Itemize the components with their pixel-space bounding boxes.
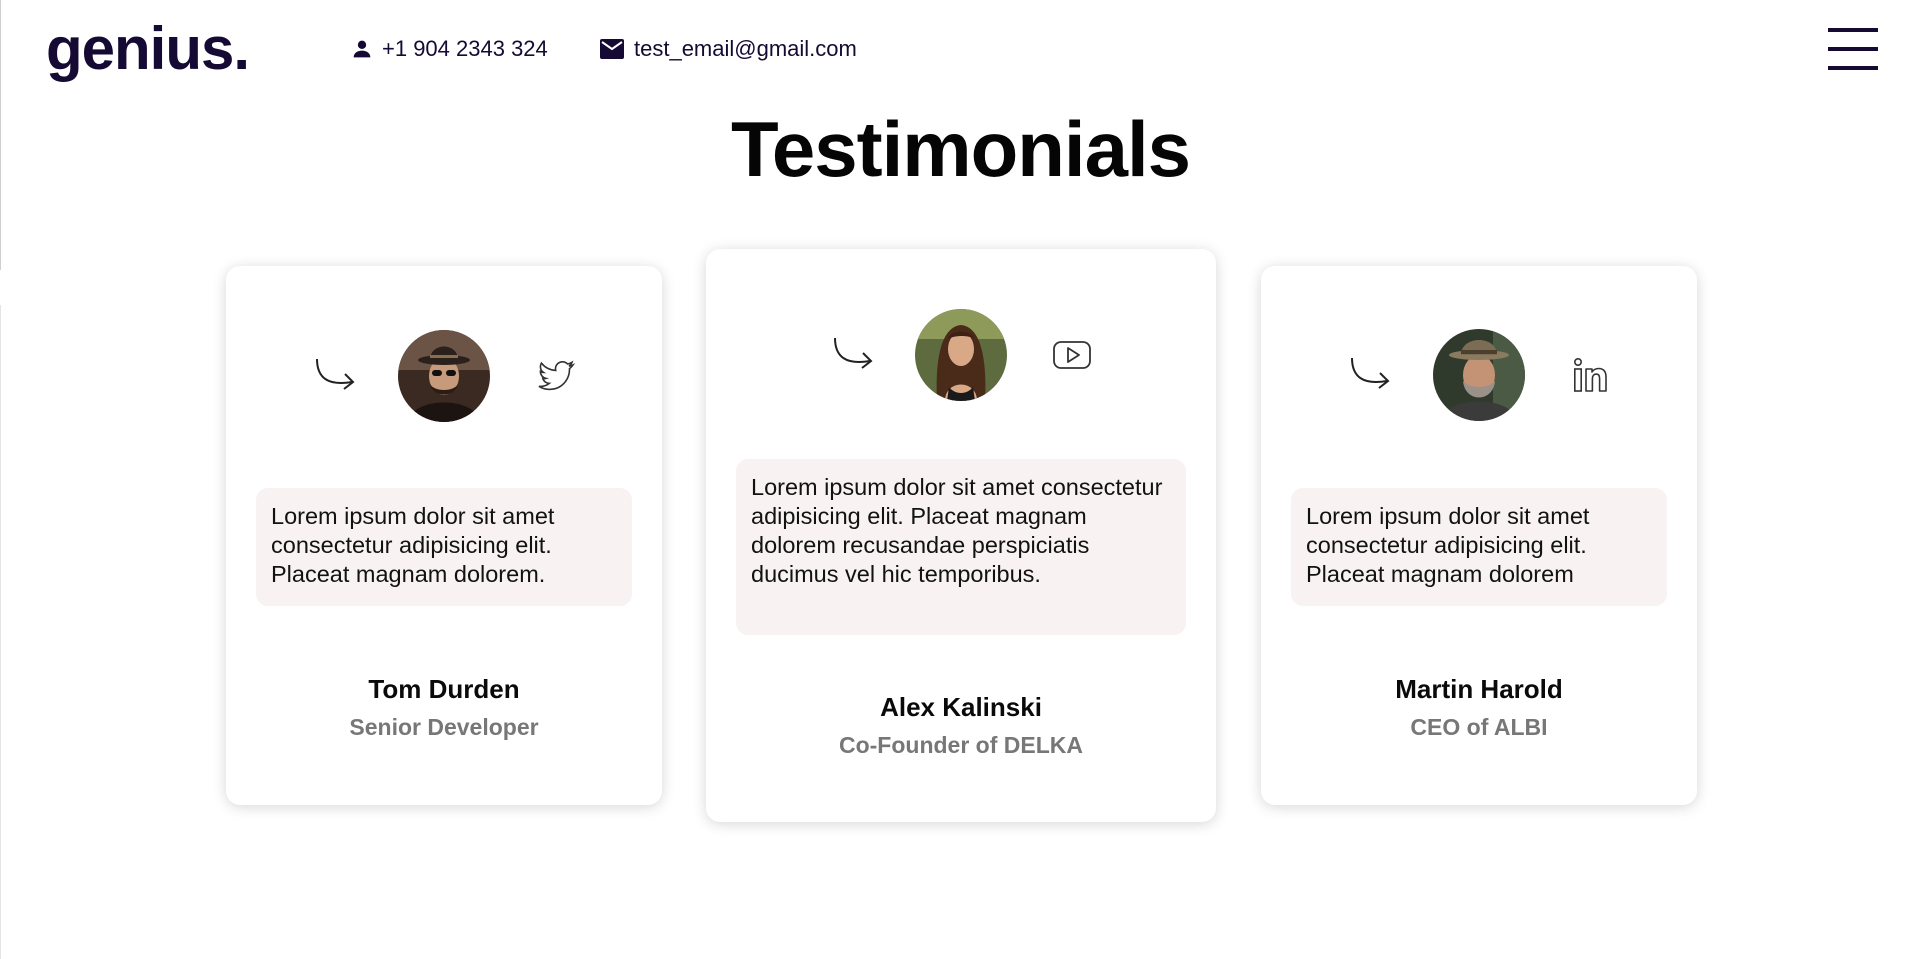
- testimonial-author-name: Tom Durden: [368, 674, 520, 704]
- email-address: test_email@gmail.com: [634, 36, 857, 61]
- testimonial-card: Lorem ipsum dolor sit amet consectetur a…: [706, 249, 1216, 822]
- avatar: [398, 330, 490, 422]
- email-contact[interactable]: test_email@gmail.com: [600, 36, 857, 62]
- linkedin-icon[interactable]: [1571, 355, 1611, 395]
- left-edge-line-lower: [0, 305, 1, 959]
- hamburger-menu-icon[interactable]: [1828, 28, 1878, 70]
- testimonial-card: Lorem ipsum dolor sit amet consectetur a…: [1261, 266, 1697, 805]
- phone-contact[interactable]: +1 904 2343 324: [352, 36, 548, 62]
- card-icon-row: [1261, 329, 1697, 421]
- testimonial-author-name: Martin Harold: [1395, 674, 1563, 704]
- phone-number: +1 904 2343 324: [382, 36, 548, 61]
- testimonial-quote: Lorem ipsum dolor sit amet consectetur a…: [256, 488, 632, 606]
- testimonial-author-role: CEO of ALBI: [1410, 714, 1548, 740]
- curved-arrow-icon: [834, 337, 873, 369]
- page: genius. +1 904 2343 324 test_email@gmail…: [0, 0, 1921, 959]
- testimonial-card: Lorem ipsum dolor sit amet consectetur a…: [226, 266, 662, 805]
- testimonial-author-role: Co-Founder of DELKA: [838, 732, 1083, 758]
- card-icon-row: [706, 309, 1216, 401]
- curved-arrow-icon: [316, 358, 355, 390]
- youtube-icon[interactable]: [1052, 335, 1092, 375]
- testimonial-author-name: Alex Kalinski: [880, 692, 1042, 722]
- curved-arrow-icon: [1351, 357, 1390, 389]
- card-icon-row: [226, 330, 662, 422]
- section-title: Testimonials: [730, 105, 1191, 193]
- testimonial-quote: Lorem ipsum dolor sit amet consectetur a…: [1291, 488, 1667, 606]
- testimonial-quote: Lorem ipsum dolor sit amet consectetur a…: [736, 459, 1186, 635]
- mail-icon: [600, 39, 624, 59]
- site-header: genius. +1 904 2343 324 test_email@gmail…: [0, 0, 1921, 100]
- testimonial-author-role: Senior Developer: [349, 714, 539, 740]
- avatar: [1433, 329, 1525, 421]
- twitter-icon[interactable]: [536, 356, 576, 396]
- logo[interactable]: genius.: [46, 14, 250, 83]
- person-icon: [352, 39, 372, 59]
- avatar: [915, 309, 1007, 401]
